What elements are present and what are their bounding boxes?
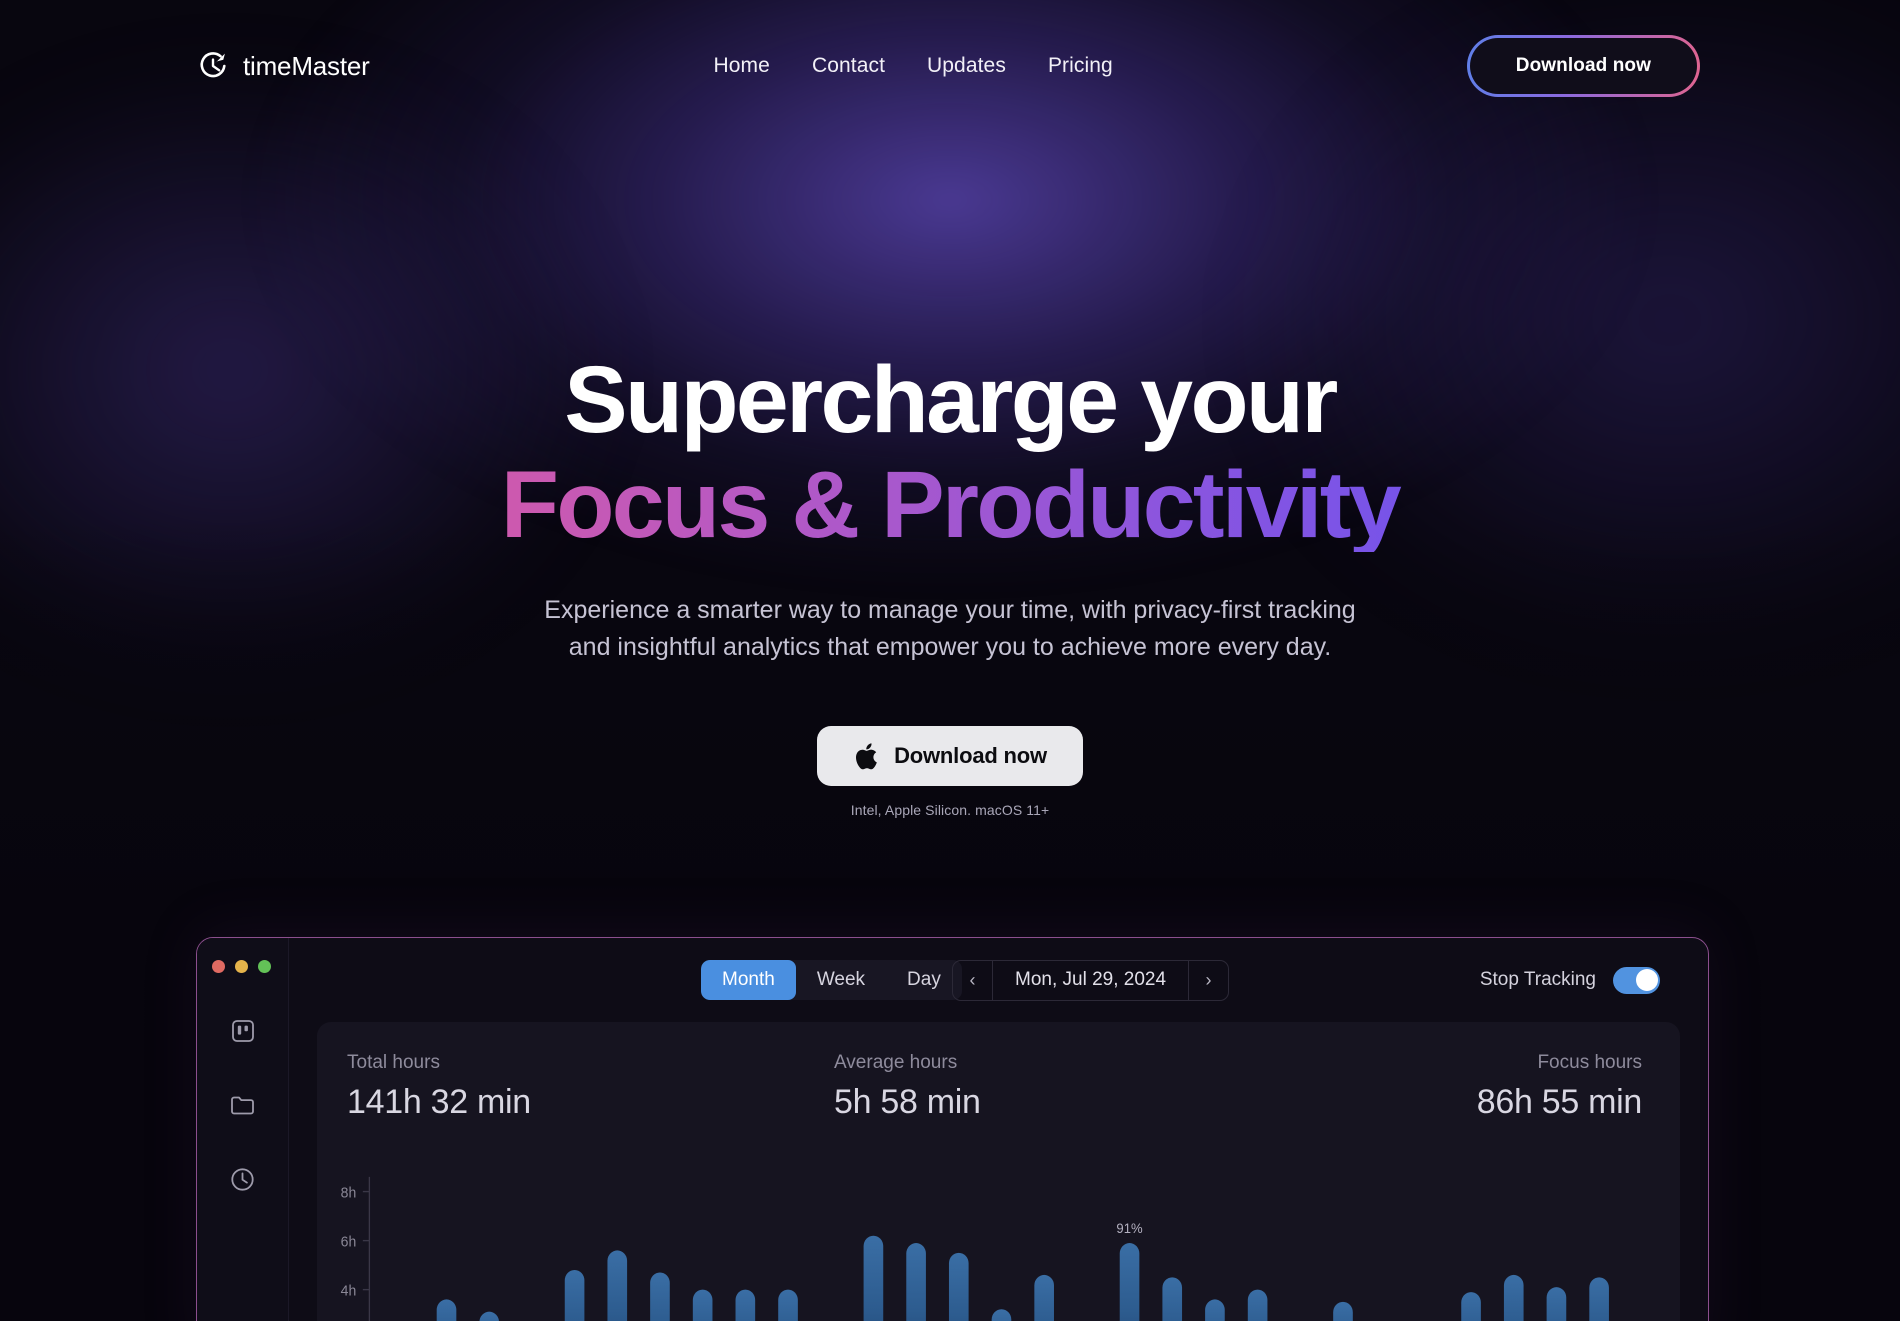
page-title: Supercharge your Focus & Productivity (0, 353, 1900, 553)
chart-bar[interactable] (564, 1270, 585, 1321)
nav-link-contact[interactable]: Contact (812, 54, 885, 78)
maximize-button[interactable] (258, 960, 271, 973)
hero-title-line-1: Supercharge your (564, 347, 1338, 453)
nav-link-updates[interactable]: Updates (927, 54, 1006, 78)
tracking-label: Stop Tracking (1479, 969, 1596, 990)
stat-focus-hours: Focus hours 86h 55 min (1477, 1052, 1650, 1122)
stat-value: 86h 55 min (1476, 1083, 1643, 1121)
site-header: timeMaster Home Contact Updates Pricing … (0, 0, 1900, 132)
svg-text:6h: 6h (341, 1234, 357, 1250)
hero-cta-wrapper: Download now Intel, Apple Silicon. macOS… (0, 726, 1900, 818)
tracking-control: Stop Tracking (1479, 966, 1660, 994)
date-label: Mon, Jul 29, 2024 (1015, 969, 1167, 990)
chart-canvas: 8h 6h 4h 91% (341, 1176, 1609, 1321)
apple-logo-icon (853, 742, 878, 771)
range-segmented-control: Month Week Day (701, 960, 962, 1000)
stat-label: Focus hours (1537, 1052, 1642, 1073)
app-content-panel: Total hours 141h 32 min Average hours 5h… (317, 1022, 1680, 1321)
chart-bar[interactable] (479, 1311, 499, 1321)
dashboard-board-icon[interactable] (227, 1015, 259, 1047)
date-navigator: ‹ Mon, Jul 29, 2024 › (952, 959, 1230, 1001)
stat-value: 141h 32 min (347, 1083, 531, 1121)
nav-link-pricing[interactable]: Pricing (1048, 54, 1113, 78)
hero-subtitle-line-2: and insightful analytics that empower yo… (568, 633, 1332, 662)
stats-row: Total hours 141h 32 min Average hours 5h… (317, 1022, 1680, 1122)
hours-bar-chart: 8h 6h 4h 91% (317, 1169, 1680, 1321)
app-preview-window: Month Week Day ‹ Mon, Jul 29, 2024 › Sto… (196, 937, 1709, 1321)
chart-bar[interactable] (1119, 1243, 1140, 1321)
app-main-area: Month Week Day ‹ Mon, Jul 29, 2024 › Sto… (289, 938, 1708, 1321)
window-traffic-lights (212, 960, 271, 973)
date-prev-button[interactable]: ‹ (953, 960, 993, 1000)
clock-history-icon[interactable] (227, 1163, 259, 1195)
chart-bar[interactable] (1034, 1274, 1054, 1321)
main-navigation: Home Contact Updates Pricing (360, 54, 1467, 78)
chart-annotation: 91% (1116, 1221, 1142, 1236)
svg-text:4h: 4h (341, 1283, 357, 1299)
stat-value: 5h 58 min (833, 1083, 981, 1121)
hero-section: Supercharge your Focus & Productivity Ex… (0, 132, 1900, 819)
chart-bar[interactable] (1205, 1299, 1225, 1321)
svg-text:8h: 8h (341, 1185, 357, 1201)
hero-subtitle-line-1: Experience a smarter way to manage your … (544, 596, 1356, 625)
chart-bar[interactable] (1461, 1292, 1481, 1321)
chart-bar[interactable] (650, 1272, 670, 1321)
chart-bar[interactable] (1247, 1289, 1268, 1321)
hero-cta-note: Intel, Apple Silicon. macOS 11+ (850, 802, 1050, 819)
range-option-month[interactable]: Month (701, 960, 796, 1000)
chart-bar[interactable] (863, 1235, 884, 1321)
chart-bar[interactable] (607, 1250, 628, 1321)
stat-label: Average hours (833, 1052, 958, 1073)
brand-name: timeMaster (243, 50, 370, 81)
chart-bar[interactable] (991, 1309, 1012, 1321)
chart-bar[interactable] (1162, 1277, 1183, 1321)
header-download-label: Download now (1469, 38, 1697, 94)
chart-bar[interactable] (948, 1252, 969, 1321)
landing-page: timeMaster Home Contact Updates Pricing … (0, 0, 1900, 1321)
hero-download-button[interactable]: Download now (817, 726, 1083, 787)
hero-title-line-2: Focus & Productivity (0, 458, 1900, 553)
folder-icon[interactable] (227, 1089, 259, 1121)
close-button[interactable] (212, 960, 225, 973)
chart-bar[interactable] (692, 1289, 713, 1321)
tracking-toggle-knob (1635, 969, 1658, 991)
stat-label: Total hours (347, 1052, 440, 1073)
chart-bar[interactable] (778, 1289, 798, 1321)
chart-bar[interactable] (1589, 1277, 1609, 1321)
chart-bar[interactable] (1546, 1287, 1567, 1321)
hero-download-label: Download now (894, 743, 1047, 769)
range-option-day[interactable]: Day (886, 960, 962, 1000)
hero-subtitle: Experience a smarter way to manage your … (0, 592, 1900, 666)
stat-average-hours: Average hours 5h 58 min (834, 1052, 1477, 1122)
nav-link-home[interactable]: Home (714, 54, 770, 78)
clock-target-logo-icon (196, 49, 230, 83)
header-download-button[interactable]: Download now (1466, 35, 1700, 97)
app-toolbar: Month Week Day ‹ Mon, Jul 29, 2024 › Sto… (289, 938, 1708, 1022)
brand-logo[interactable]: timeMaster (196, 49, 370, 83)
chart-bar[interactable] (735, 1289, 756, 1321)
chart-bar[interactable] (1333, 1301, 1353, 1321)
tracking-toggle[interactable] (1613, 966, 1660, 994)
date-next-button[interactable]: › (1188, 960, 1228, 1000)
chart-bar[interactable] (906, 1243, 926, 1321)
minimize-button[interactable] (235, 960, 248, 973)
stat-total-hours: Total hours 141h 32 min (347, 1052, 834, 1122)
chart-bar[interactable] (1503, 1274, 1524, 1321)
chart-bar[interactable] (436, 1299, 457, 1321)
range-option-week[interactable]: Week (796, 960, 886, 1000)
app-sidebar (197, 938, 289, 1321)
